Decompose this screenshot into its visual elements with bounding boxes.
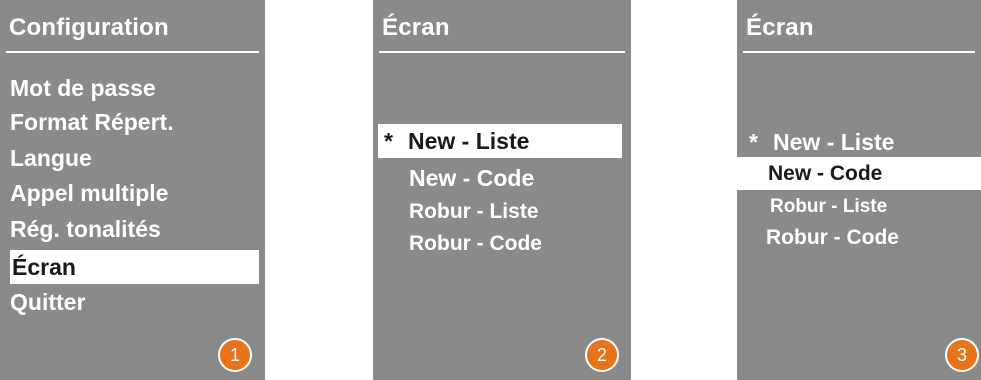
menu-item-label: Robur - Code: [409, 232, 542, 255]
menu-item-robur-liste[interactable]: Robur - Liste: [409, 195, 539, 229]
menu-item-label: Langue: [10, 145, 92, 171]
title-divider: [379, 51, 625, 53]
menu-item-appel-multiple[interactable]: Appel multiple: [10, 176, 168, 210]
menu-item-new-liste[interactable]: * New - Liste: [378, 124, 622, 158]
active-star-marker: *: [384, 128, 393, 154]
menu-item-new-liste[interactable]: * New - Liste: [749, 125, 894, 159]
title-divider: [6, 51, 259, 53]
menu-item-mot-de-passe[interactable]: Mot de passe: [10, 71, 156, 105]
menu-item-robur-code[interactable]: Robur - Code: [409, 227, 542, 261]
menu-item-label: Quitter: [10, 289, 86, 315]
screen-title: Écran: [382, 14, 450, 41]
menu-item-label: Robur - Liste: [409, 200, 539, 223]
step-number-badge: 2: [585, 338, 619, 372]
menu-item-langue[interactable]: Langue: [10, 141, 92, 175]
menu-item-label: New - Liste: [773, 129, 895, 155]
menu-item-label: Rég. tonalités: [10, 216, 161, 242]
menu-item-label: Robur - Liste: [770, 196, 888, 217]
menu-item-new-code[interactable]: New - Code: [737, 157, 981, 190]
screen-title: Configuration: [9, 14, 169, 41]
menu-item-label: Robur - Code: [766, 226, 899, 249]
screens-stage: Configuration Mot de passe Format Répert…: [0, 0, 981, 380]
configuration-screen: Configuration Mot de passe Format Répert…: [0, 0, 265, 380]
menu-item-quitter[interactable]: Quitter: [10, 285, 85, 319]
ecran-screen-step-3: Écran * New - Liste New - Code Robur - Li…: [737, 0, 981, 380]
active-star-marker: *: [749, 129, 758, 155]
menu-item-label: New - Liste: [408, 128, 530, 154]
step-number-badge: 3: [945, 338, 979, 372]
menu-item-format-repert[interactable]: Format Répert.: [10, 105, 174, 139]
menu-item-label: Mot de passe: [10, 75, 156, 101]
menu-item-robur-liste[interactable]: Robur - Liste: [770, 190, 887, 224]
menu-item-label: Écran: [12, 254, 76, 280]
menu-item-label: New - Code: [409, 165, 535, 191]
menu-item-robur-code[interactable]: Robur - Code: [766, 221, 899, 255]
menu-item-label: New - Code: [768, 162, 883, 185]
title-divider: [743, 51, 975, 53]
menu-item-label: Format Répert.: [10, 109, 174, 135]
menu-item-new-code[interactable]: New - Code: [409, 161, 534, 195]
step-number-badge: 1: [218, 338, 252, 372]
screen-title: Écran: [746, 14, 814, 41]
menu-item-label: Appel multiple: [10, 180, 169, 206]
ecran-screen-step-2: Écran * New - Liste New - Code Robur - Li…: [373, 0, 631, 380]
menu-item-ecran[interactable]: Écran: [10, 250, 259, 284]
menu-item-reg-tonalites[interactable]: Rég. tonalités: [10, 212, 161, 246]
